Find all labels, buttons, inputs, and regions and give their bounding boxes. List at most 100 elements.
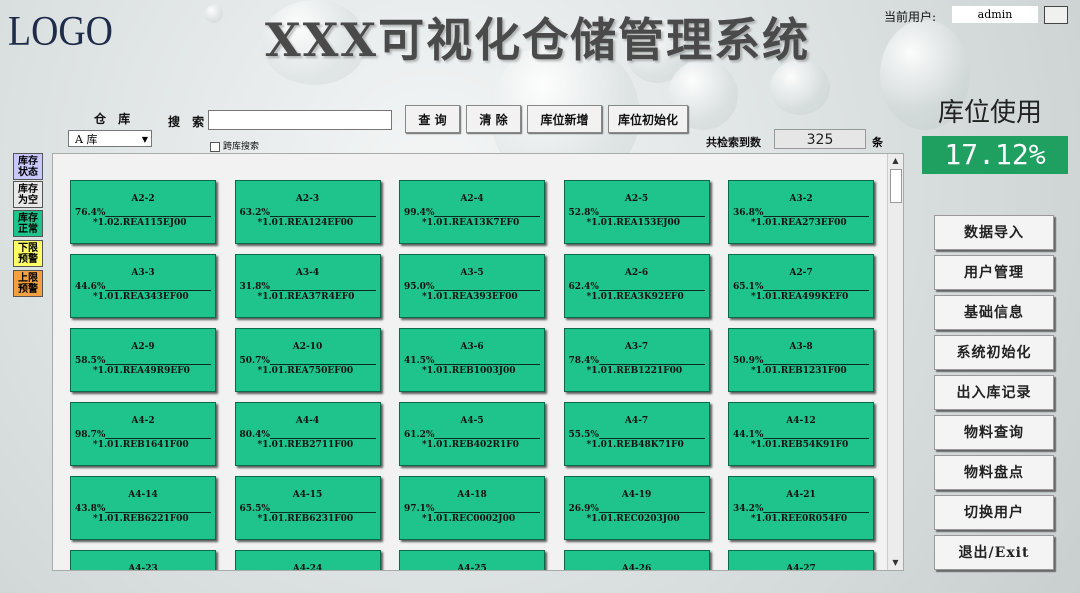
side-menu-button[interactable]: 系统初始化 [934, 335, 1054, 370]
slot-code: A4-18 [457, 490, 487, 500]
storage-slot[interactable]: A4-18 97.1% *1.01.REC0002J00 [399, 476, 545, 540]
slot-divider [434, 438, 540, 439]
storage-slot[interactable]: A4-21 34.2% *1.01.REE0R054F0 [728, 476, 874, 540]
slot-divider [763, 290, 869, 291]
slot-usage-percent: 61.2% [404, 430, 435, 440]
storage-slot[interactable]: A4-26 [563, 550, 710, 571]
init-slot-button[interactable]: 库位初始化 [608, 105, 688, 133]
slot-part-number: *1.02.REA115EJ00 [93, 218, 187, 228]
cross-warehouse-search-label: 跨库搜索 [223, 142, 260, 152]
storage-slot[interactable]: A4-5 61.2% *1.01.REB402R1F0 [399, 402, 545, 466]
storage-slot[interactable]: A2-10 50.7% *1.01.REA750EF00 [234, 328, 381, 392]
storage-slot[interactable]: A3-6 41.5% *1.01.REB1003J00 [399, 328, 545, 392]
slot-divider [269, 512, 376, 513]
add-slot-button[interactable]: 库位新增 [527, 105, 602, 133]
slot-divider [763, 438, 869, 439]
warehouse-select-value: A 库 [75, 133, 98, 146]
side-menu-button[interactable]: 用户管理 [934, 255, 1054, 290]
legend-item: 库存状态 [13, 153, 43, 180]
storage-slot[interactable]: A2-6 62.4% *1.01.REA3K92EF0 [563, 254, 710, 318]
side-menu-button[interactable]: 物料查询 [934, 415, 1054, 450]
slot-code: A3-8 [789, 342, 813, 352]
slot-code: A4-5 [460, 416, 484, 426]
slot-code: A2-4 [460, 194, 484, 204]
slot-usage-percent: 43.8% [75, 504, 106, 514]
storage-slot[interactable]: A4-27 [728, 550, 874, 570]
storage-slot[interactable]: A3-5 95.0% *1.01.REA393EF00 [399, 254, 545, 318]
storage-slot[interactable]: A2-9 58.5% *1.01.REA49R9EF0 [70, 328, 216, 392]
storage-slot[interactable]: A4-23 [70, 550, 216, 570]
side-menu-button[interactable]: 基础信息 [934, 295, 1054, 330]
slot-code: A4-26 [621, 564, 652, 571]
usage-title: 库位使用 [938, 98, 1043, 128]
slot-divider [434, 364, 540, 365]
warehouse-label: 仓 库 [94, 112, 135, 126]
slot-part-number: *1.01.REB1231F00 [751, 366, 847, 376]
slot-usage-percent: 97.1% [404, 504, 435, 514]
slot-divider [763, 364, 869, 365]
slot-usage-percent: 62.4% [568, 282, 599, 292]
storage-slot[interactable]: A4-15 65.5% *1.01.REB6231F00 [234, 476, 381, 540]
logo: LOGO [8, 9, 113, 55]
current-user-label: 当前用户: [884, 10, 937, 24]
side-menu-button[interactable]: 切换用户 [934, 495, 1054, 530]
vertical-scrollbar[interactable]: ▲ ▼ [887, 154, 903, 570]
page-title: XXX可视化仓储管理系统 [265, 13, 811, 67]
storage-slot[interactable]: A4-19 26.9% *1.01.REC0203J00 [563, 476, 710, 540]
slot-code: A2-3 [295, 194, 320, 204]
background-bubble [205, 5, 223, 23]
side-menu-button[interactable]: 退出/Exit [934, 535, 1054, 570]
storage-slot[interactable]: A4-4 80.4% *1.01.REB2711F00 [234, 402, 381, 466]
storage-slot[interactable]: A2-3 63.2% *1.01.REA124EF00 [234, 180, 381, 244]
slot-usage-percent: 31.8% [239, 282, 270, 292]
slot-part-number: *1.01.REB6221F00 [93, 514, 189, 524]
slot-divider [105, 512, 211, 513]
side-menu-button[interactable]: 数据导入 [934, 215, 1054, 250]
slot-part-number: *1.01.REB54K91F0 [751, 440, 849, 450]
slot-divider [763, 216, 869, 217]
slot-part-number: *1.01.REA13K7EF0 [422, 218, 520, 228]
search-input[interactable] [208, 110, 392, 130]
slot-code: A4-7 [624, 416, 649, 426]
storage-slot[interactable]: A3-4 31.8% *1.01.REA37R4EF0 [234, 254, 381, 318]
slot-divider [434, 290, 540, 291]
search-label: 搜 索 [168, 115, 209, 129]
cross-warehouse-search-checkbox[interactable]: 跨库搜索 [210, 139, 259, 152]
slot-code: A4-4 [295, 416, 320, 426]
storage-slot[interactable]: A4-2 98.7% *1.01.REB1641F00 [70, 402, 216, 466]
slot-code: A4-14 [128, 490, 158, 500]
storage-slot[interactable]: A3-2 36.8% *1.01.REA273EF00 [728, 180, 874, 244]
storage-slot[interactable]: A4-7 55.5% *1.01.REB48K71F0 [563, 402, 710, 466]
warehouse-select[interactable]: A 库 ▼ [68, 130, 152, 147]
user-menu-button[interactable] [1044, 6, 1068, 24]
clear-button[interactable]: 清 除 [466, 105, 521, 133]
slot-code: A4-19 [621, 490, 652, 500]
storage-slot[interactable]: A4-12 44.1% *1.01.REB54K91F0 [728, 402, 874, 466]
slot-divider [434, 216, 540, 217]
slot-part-number: *1.01.REA499KEF0 [751, 292, 849, 302]
storage-slot[interactable]: A3-8 50.9% *1.01.REB1231F00 [728, 328, 874, 392]
slot-code: A3-3 [131, 268, 155, 278]
slot-divider [269, 290, 376, 291]
slot-usage-percent: 36.8% [733, 208, 764, 218]
storage-slot[interactable]: A2-7 65.1% *1.01.REA499KEF0 [728, 254, 874, 318]
query-button[interactable]: 查 询 [405, 105, 460, 133]
storage-slot[interactable]: A2-5 52.8% *1.01.REA153EJ00 [563, 180, 710, 244]
storage-slot[interactable]: A3-3 44.6% *1.01.REA343EF00 [70, 254, 216, 318]
storage-slot[interactable]: A2-2 76.4% *1.02.REA115EJ00 [70, 180, 216, 244]
slot-divider [269, 216, 376, 217]
storage-slot[interactable]: A4-24 [234, 550, 381, 570]
slot-code: A2-2 [131, 194, 155, 204]
legend-item: 库存为空 [13, 181, 43, 208]
storage-slot[interactable]: A4-25 [399, 550, 545, 570]
slot-divider [269, 364, 376, 365]
storage-slot[interactable]: A3-7 78.4% *1.01.REB1221F00 [563, 328, 710, 392]
storage-slot[interactable]: A2-4 99.4% *1.01.REA13K7EF0 [399, 180, 545, 244]
scroll-up-icon[interactable]: ▲ [888, 154, 903, 168]
side-menu-button[interactable]: 物料盘点 [934, 455, 1054, 490]
slot-code: A2-6 [624, 268, 649, 278]
scroll-down-icon[interactable]: ▼ [888, 556, 903, 570]
side-menu-button[interactable]: 出入库记录 [934, 375, 1054, 410]
scroll-thumb[interactable] [890, 169, 902, 203]
storage-slot[interactable]: A4-14 43.8% *1.01.REB6221F00 [70, 476, 216, 540]
